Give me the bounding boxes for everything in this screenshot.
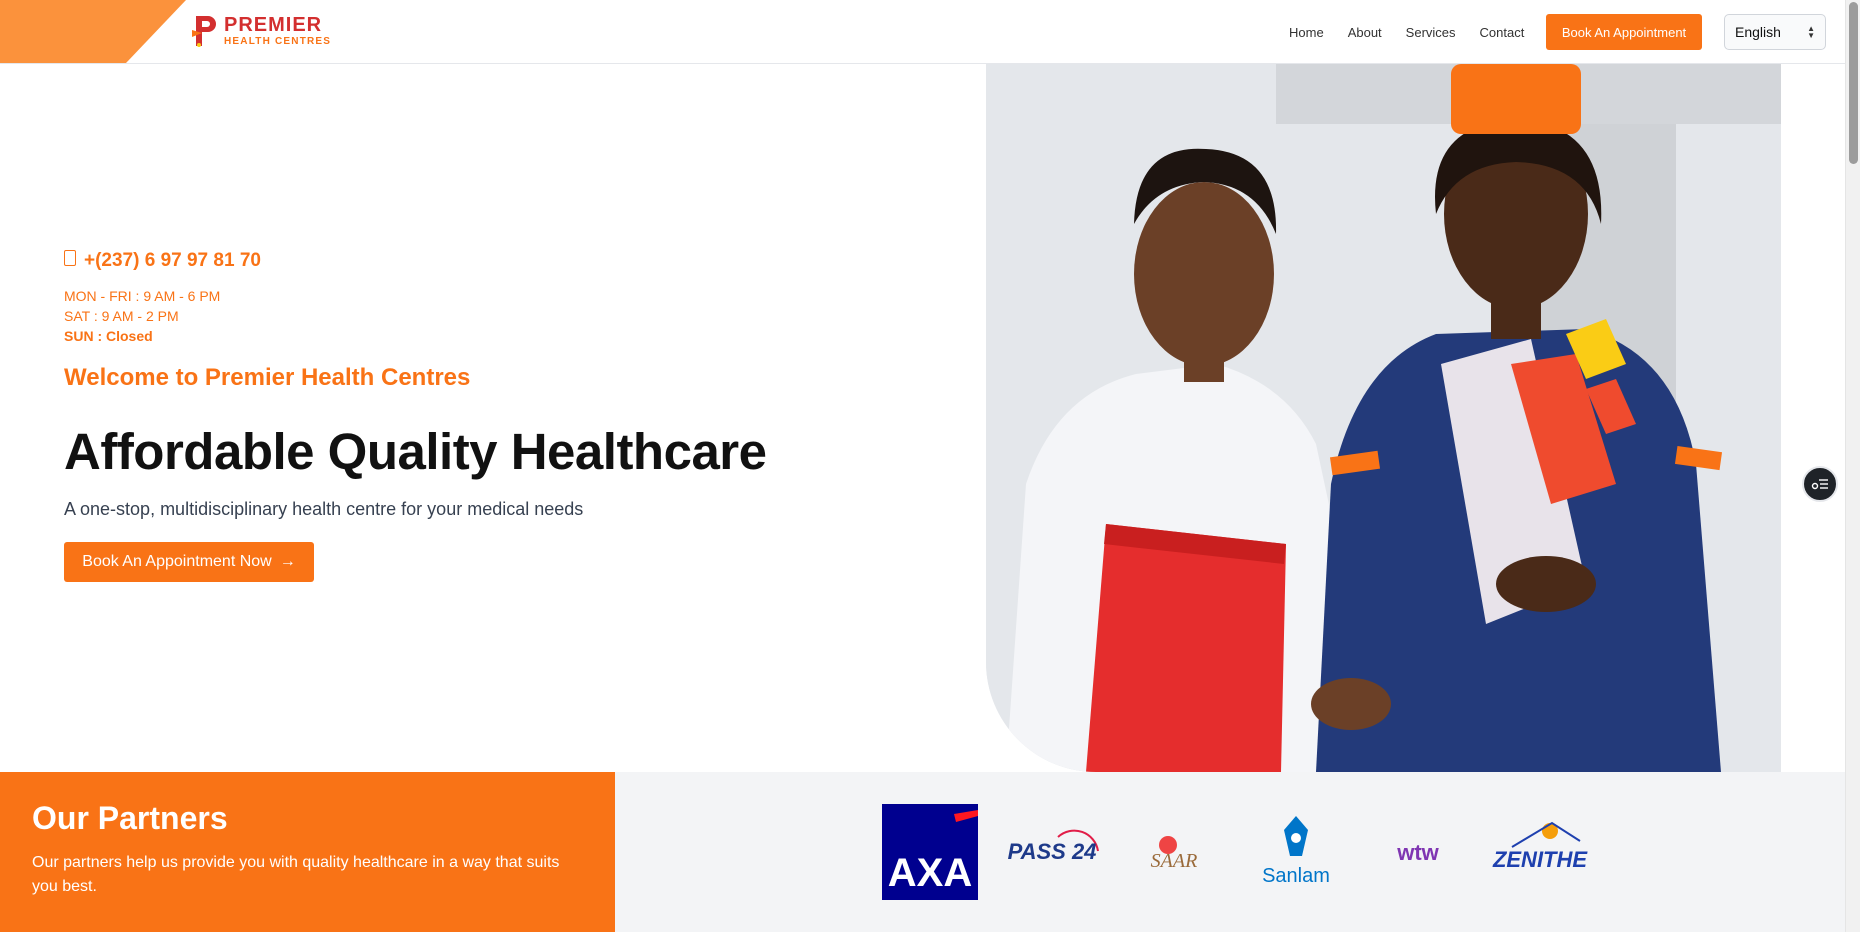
partner-logo-wtw[interactable]: wtw bbox=[1370, 804, 1466, 900]
main-nav: Home About Services Contact bbox=[1289, 0, 1524, 64]
phone-icon bbox=[64, 250, 76, 266]
partner-logo-strip: AXA PASS 24 SAAR Sanlam wtw ZENITHE bbox=[882, 804, 1588, 900]
zenithe-logo-text: ZENITHE bbox=[1492, 847, 1588, 872]
saar-logo-text: SAAR bbox=[1151, 850, 1198, 872]
wtw-logo-icon: wtw bbox=[1396, 840, 1439, 865]
logo-wordmark: PREMIER HEALTH CENTRES bbox=[224, 15, 331, 47]
hero-section: +(237) 6 97 97 81 70 MON - FRI : 9 AM - … bbox=[0, 64, 1845, 772]
sanlam-logo-icon: Sanlam bbox=[1262, 816, 1330, 887]
page: PREMIER HEALTH CENTRES Home About Servic… bbox=[0, 0, 1860, 932]
pass24-logo-text: PASS 24 bbox=[1008, 839, 1097, 864]
list-settings-icon bbox=[1811, 479, 1828, 490]
select-arrows-icon: ▲ ▼ bbox=[1807, 24, 1815, 40]
header-corner-slant bbox=[126, 0, 186, 63]
nav-about[interactable]: About bbox=[1348, 25, 1382, 40]
nav-contact[interactable]: Contact bbox=[1480, 25, 1525, 40]
hero-subline: A one-stop, multidisciplinary health cen… bbox=[64, 499, 584, 519]
partners-title: Our Partners bbox=[32, 800, 228, 836]
floating-menu-button[interactable] bbox=[1802, 466, 1838, 502]
sanlam-logo-text: Sanlam bbox=[1262, 865, 1330, 887]
saar-logo-icon: SAAR bbox=[1151, 836, 1198, 872]
axa-logo-text: AXA bbox=[888, 851, 972, 895]
cta-label: Book An Appointment Now bbox=[82, 553, 272, 570]
opening-hours: MON - FRI : 9 AM - 6 PM SAT : 9 AM - 2 P… bbox=[64, 286, 864, 346]
arrow-right-icon: → bbox=[279, 553, 296, 570]
site-logo[interactable]: PREMIER HEALTH CENTRES bbox=[190, 14, 331, 48]
nav-services[interactable]: Services bbox=[1406, 25, 1456, 40]
partner-logo-axa[interactable]: AXA bbox=[882, 804, 978, 900]
pass24-logo-icon: PASS 24 bbox=[1008, 829, 1099, 864]
hero-photo bbox=[986, 64, 1781, 772]
partner-logo-saar[interactable]: SAAR bbox=[1126, 804, 1222, 900]
logo-line-premier: PREMIER bbox=[224, 14, 323, 36]
hero-content: +(237) 6 97 97 81 70 MON - FRI : 9 AM - … bbox=[64, 250, 864, 582]
language-select-value: English bbox=[1735, 24, 1781, 40]
phone-row[interactable]: +(237) 6 97 97 81 70 bbox=[64, 250, 864, 272]
partners-logos: AXA PASS 24 SAAR Sanlam wtw ZENITHE bbox=[615, 772, 1845, 932]
book-appointment-now-button[interactable]: Book An Appointment Now → bbox=[64, 542, 314, 582]
hours-saturday: SAT : 9 AM - 2 PM bbox=[64, 308, 179, 324]
logo-mark-icon bbox=[192, 16, 216, 47]
hero-photo-illustration bbox=[986, 64, 1781, 772]
partner-logo-zenithe[interactable]: ZENITHE bbox=[1492, 804, 1588, 900]
language-select[interactable]: English ▲ ▼ bbox=[1724, 14, 1826, 50]
partner-logo-sanlam[interactable]: Sanlam bbox=[1248, 804, 1344, 900]
hero-headline: Affordable Quality Healthcare bbox=[64, 423, 767, 480]
nav-home[interactable]: Home bbox=[1289, 25, 1324, 40]
partner-logo-pass24[interactable]: PASS 24 bbox=[1004, 804, 1100, 900]
partners-intro: Our Partners Our partners help us provid… bbox=[0, 772, 615, 932]
hours-weekdays: MON - FRI : 9 AM - 6 PM bbox=[64, 288, 221, 304]
phone-number[interactable]: +(237) 6 97 97 81 70 bbox=[84, 250, 261, 272]
hours-sunday: SUN : Closed bbox=[64, 328, 153, 344]
partners-description: Our partners help us provide you with qu… bbox=[32, 854, 560, 895]
site-header: PREMIER HEALTH CENTRES Home About Servic… bbox=[0, 0, 1845, 64]
axa-logo-icon: AXA bbox=[882, 804, 978, 900]
page-scrollbar[interactable] bbox=[1845, 0, 1860, 932]
scrollbar-thumb[interactable] bbox=[1849, 2, 1858, 164]
zenithe-logo-icon: ZENITHE bbox=[1492, 821, 1588, 872]
logo-line-health-centres: HEALTH CENTRES bbox=[224, 36, 332, 47]
welcome-text: Welcome to Premier Health Centres bbox=[64, 364, 471, 391]
wtw-logo-text: wtw bbox=[1396, 840, 1439, 865]
header-corner-accent bbox=[0, 0, 126, 63]
book-appointment-button[interactable]: Book An Appointment bbox=[1546, 14, 1702, 50]
